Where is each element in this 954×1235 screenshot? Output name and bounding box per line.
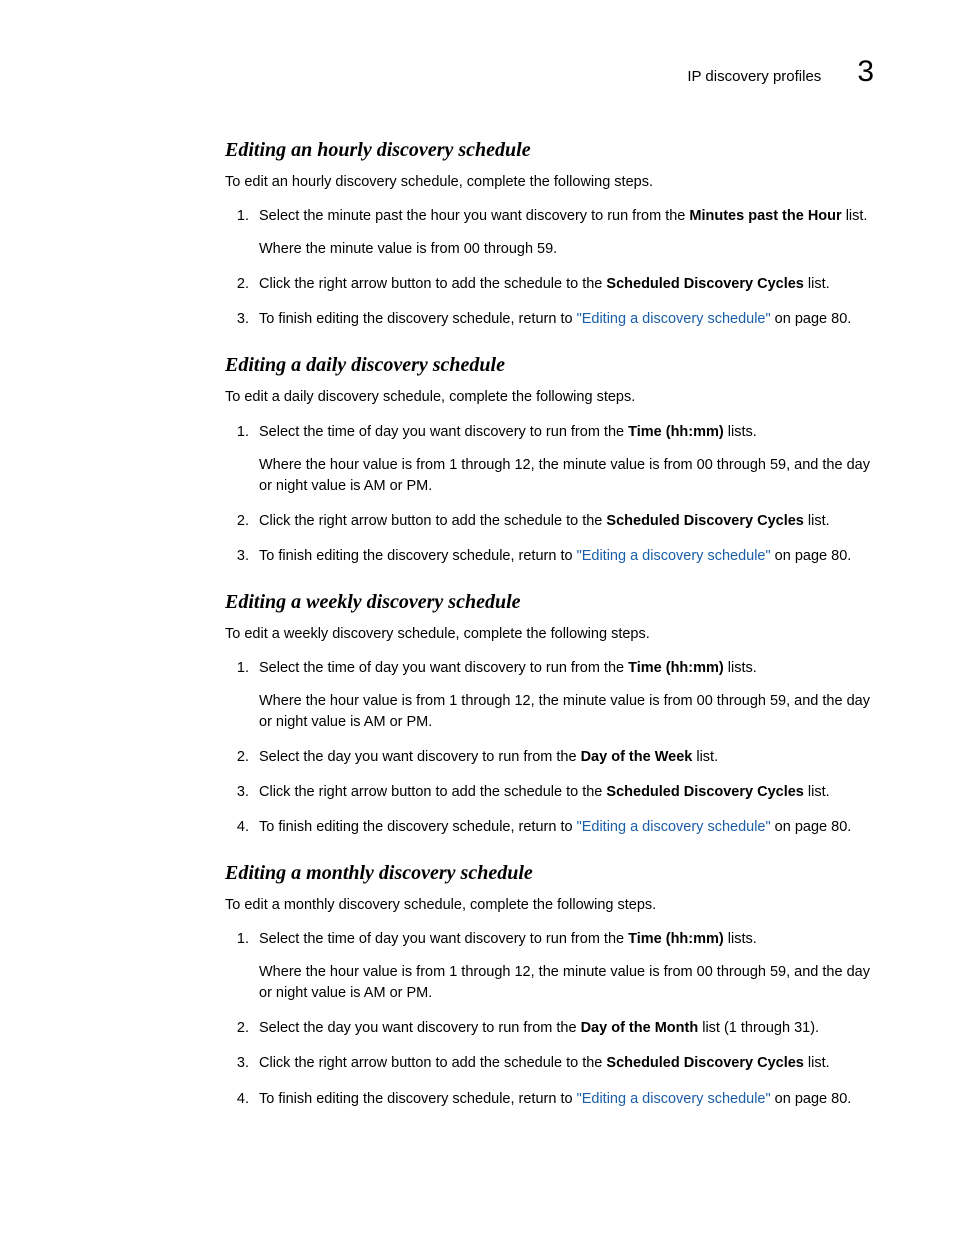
step-text-post: list. xyxy=(804,784,830,800)
step-text-pre: To finish editing the discovery schedule… xyxy=(259,548,577,564)
step-text-pre: Click the right arrow button to add the … xyxy=(259,276,606,292)
step-item: Select the time of day you want discover… xyxy=(253,658,874,733)
step-text: To finish editing the discovery schedule… xyxy=(259,1091,851,1107)
step-text-pre: To finish editing the discovery schedule… xyxy=(259,311,577,327)
step-text: Select the minute past the hour you want… xyxy=(259,208,867,224)
step-item: Click the right arrow button to add the … xyxy=(253,782,874,803)
step-item: Select the minute past the hour you want… xyxy=(253,206,874,260)
section-intro: To edit an hourly discovery schedule, co… xyxy=(225,172,874,192)
cross-reference-link[interactable]: "Editing a discovery schedule" xyxy=(577,819,771,835)
step-text: Click the right arrow button to add the … xyxy=(259,784,830,800)
step-text: Select the day you want discovery to run… xyxy=(259,1020,819,1036)
step-list: Select the time of day you want discover… xyxy=(225,422,874,567)
cross-reference-link[interactable]: "Editing a discovery schedule" xyxy=(577,1091,771,1107)
step-item: Click the right arrow button to add the … xyxy=(253,274,874,295)
step-text-pre: To finish editing the discovery schedule… xyxy=(259,1091,577,1107)
step-text-post: lists. xyxy=(724,660,757,676)
step-item: Click the right arrow button to add the … xyxy=(253,1053,874,1074)
step-item: To finish editing the discovery schedule… xyxy=(253,817,874,838)
section-heading: Editing an hourly discovery schedule xyxy=(225,139,874,162)
section-intro: To edit a monthly discovery schedule, co… xyxy=(225,895,874,915)
step-text-pre: Select the time of day you want discover… xyxy=(259,424,628,440)
step-text-post: list. xyxy=(692,749,718,765)
step-text: Click the right arrow button to add the … xyxy=(259,276,830,292)
step-text-post: on page 80. xyxy=(771,311,852,327)
step-text-post: list. xyxy=(804,513,830,529)
step-bold-term: Minutes past the Hour xyxy=(689,208,841,224)
step-text-pre: Click the right arrow button to add the … xyxy=(259,1055,606,1071)
step-note: Where the minute value is from 00 throug… xyxy=(259,239,874,260)
step-text-pre: Click the right arrow button to add the … xyxy=(259,513,606,529)
step-item: Select the day you want discovery to run… xyxy=(253,747,874,768)
step-text-pre: Select the day you want discovery to run… xyxy=(259,749,581,765)
step-text-pre: Select the time of day you want discover… xyxy=(259,660,628,676)
cross-reference-link[interactable]: "Editing a discovery schedule" xyxy=(577,311,771,327)
step-item: To finish editing the discovery schedule… xyxy=(253,1089,874,1110)
step-text: To finish editing the discovery schedule… xyxy=(259,311,851,327)
step-text-pre: To finish editing the discovery schedule… xyxy=(259,819,577,835)
step-text-post: lists. xyxy=(724,931,757,947)
section-heading: Editing a weekly discovery schedule xyxy=(225,591,874,614)
step-bold-term: Time (hh:mm) xyxy=(628,660,724,676)
step-item: Select the time of day you want discover… xyxy=(253,422,874,497)
section-heading: Editing a monthly discovery schedule xyxy=(225,862,874,885)
step-bold-term: Day of the Week xyxy=(581,749,693,765)
step-text: Select the time of day you want discover… xyxy=(259,660,757,676)
step-text: To finish editing the discovery schedule… xyxy=(259,548,851,564)
step-bold-term: Day of the Month xyxy=(581,1020,699,1036)
step-item: To finish editing the discovery schedule… xyxy=(253,546,874,567)
step-text: Click the right arrow button to add the … xyxy=(259,1055,830,1071)
step-text-pre: Select the minute past the hour you want… xyxy=(259,208,689,224)
step-text-post: list. xyxy=(804,1055,830,1071)
step-bold-term: Time (hh:mm) xyxy=(628,931,724,947)
step-text-post: list. xyxy=(842,208,868,224)
step-text-post: on page 80. xyxy=(771,819,852,835)
step-text: Select the day you want discovery to run… xyxy=(259,749,718,765)
step-item: To finish editing the discovery schedule… xyxy=(253,309,874,330)
step-text: Select the time of day you want discover… xyxy=(259,424,757,440)
step-text: Select the time of day you want discover… xyxy=(259,931,757,947)
step-item: Click the right arrow button to add the … xyxy=(253,511,874,532)
step-list: Select the time of day you want discover… xyxy=(225,658,874,838)
step-bold-term: Scheduled Discovery Cycles xyxy=(606,1055,803,1071)
step-note: Where the hour value is from 1 through 1… xyxy=(259,962,874,1004)
step-text: To finish editing the discovery schedule… xyxy=(259,819,851,835)
step-bold-term: Scheduled Discovery Cycles xyxy=(606,276,803,292)
chapter-number: 3 xyxy=(857,55,874,89)
step-bold-term: Scheduled Discovery Cycles xyxy=(606,784,803,800)
step-text-pre: Select the time of day you want discover… xyxy=(259,931,628,947)
step-list: Select the time of day you want discover… xyxy=(225,929,874,1109)
step-list: Select the minute past the hour you want… xyxy=(225,206,874,330)
step-text-post: on page 80. xyxy=(771,548,852,564)
step-note: Where the hour value is from 1 through 1… xyxy=(259,691,874,733)
page-header: IP discovery profiles 3 xyxy=(225,55,874,89)
step-text: Click the right arrow button to add the … xyxy=(259,513,830,529)
step-text-post: list (1 through 31). xyxy=(698,1020,819,1036)
section-heading: Editing a daily discovery schedule xyxy=(225,354,874,377)
section-intro: To edit a weekly discovery schedule, com… xyxy=(225,624,874,644)
step-text-post: list. xyxy=(804,276,830,292)
step-bold-term: Scheduled Discovery Cycles xyxy=(606,513,803,529)
step-text-pre: Select the day you want discovery to run… xyxy=(259,1020,581,1036)
page-content: IP discovery profiles 3 Editing an hourl… xyxy=(0,0,954,1110)
cross-reference-link[interactable]: "Editing a discovery schedule" xyxy=(577,548,771,564)
header-title: IP discovery profiles xyxy=(687,68,821,85)
step-text-pre: Click the right arrow button to add the … xyxy=(259,784,606,800)
step-bold-term: Time (hh:mm) xyxy=(628,424,724,440)
step-item: Select the day you want discovery to run… xyxy=(253,1018,874,1039)
section-intro: To edit a daily discovery schedule, comp… xyxy=(225,387,874,407)
step-item: Select the time of day you want discover… xyxy=(253,929,874,1004)
step-text-post: lists. xyxy=(724,424,757,440)
step-text-post: on page 80. xyxy=(771,1091,852,1107)
step-note: Where the hour value is from 1 through 1… xyxy=(259,455,874,497)
